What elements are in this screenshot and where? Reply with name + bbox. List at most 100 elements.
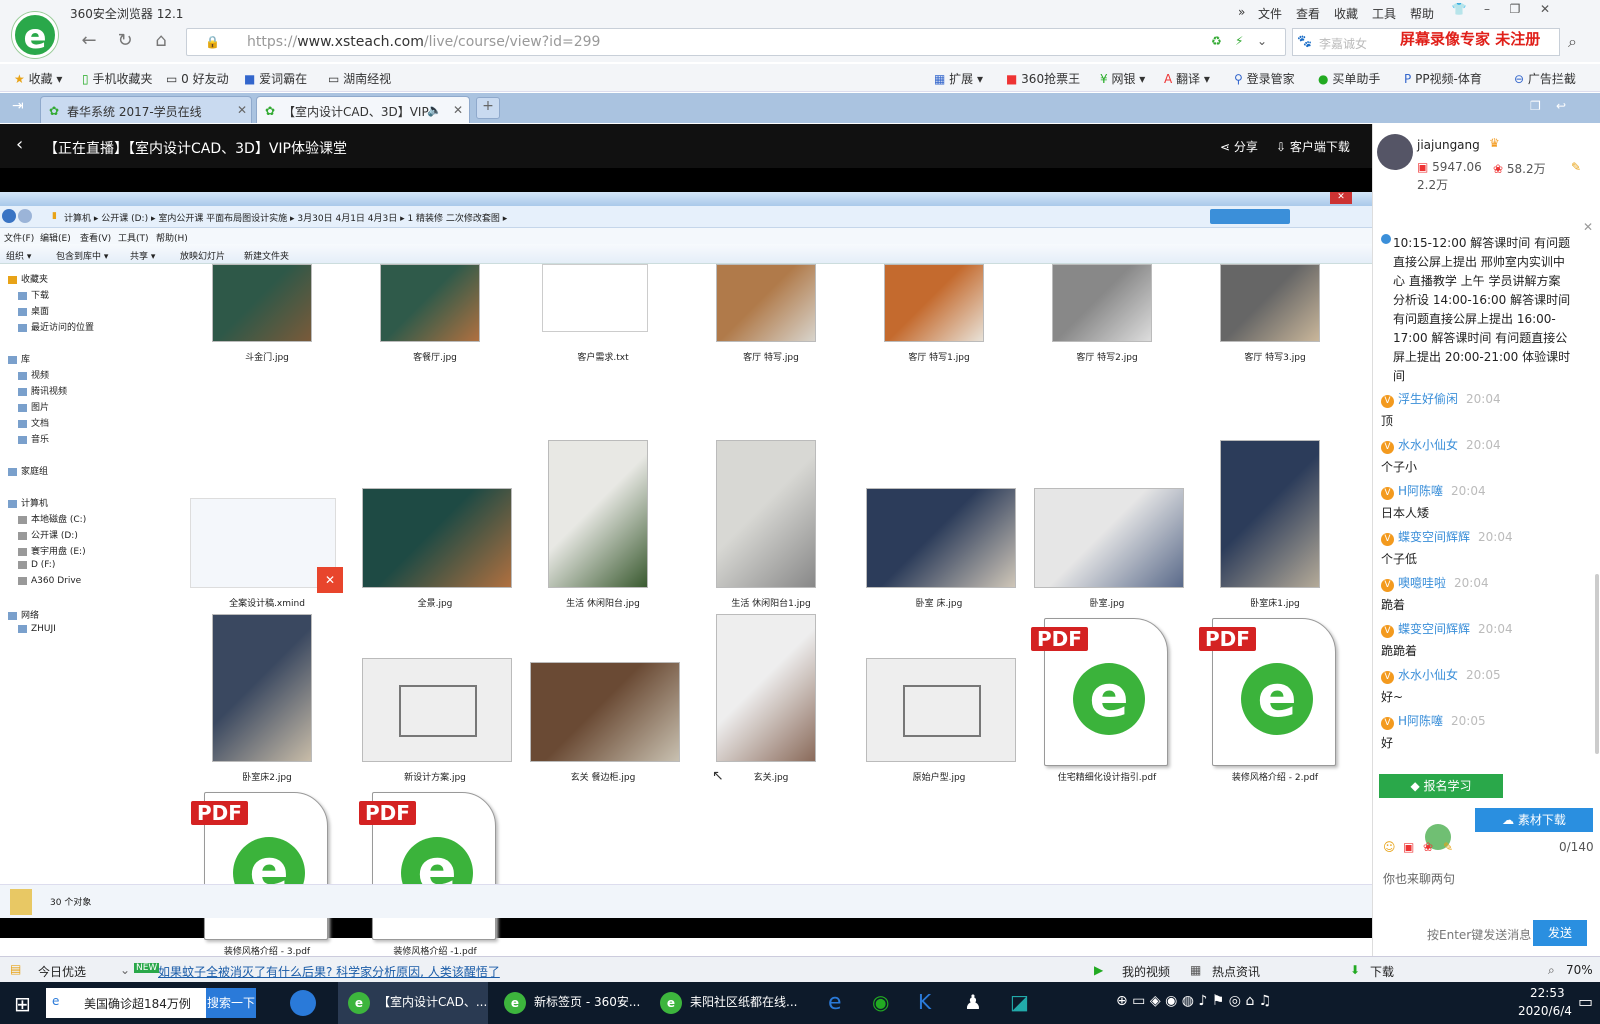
gift-icon[interactable]: ▣ [1403,840,1414,854]
notification-icon[interactable]: ▭ [1578,992,1593,1011]
nav-a360[interactable]: A360 Drive [18,576,81,586]
chat-input[interactable]: 你也来聊两句 [1383,870,1455,887]
menu-help[interactable]: 帮助 [1410,5,1434,22]
nav-music[interactable]: 音乐 [18,432,49,445]
tray-icons[interactable]: ⊕ ▭ ◈ ◉ ◍ ♪ ⚑ ◎ ⌂ ♫ [1116,993,1271,1009]
sogou-icon[interactable] [290,990,316,1016]
nav-drive-f[interactable]: D (F:) [18,560,55,570]
file-item[interactable]: PDF e 装修风格介绍 -1.pdf [350,786,520,961]
flower-icon[interactable]: ❀ [1423,840,1433,854]
sidebar-toggle-icon[interactable]: ⇥ [12,98,24,114]
file-item[interactable]: 客厅 特写3.jpg [1190,264,1360,439]
today-picks[interactable]: 今日优选 [38,963,86,980]
search-icon[interactable]: ⌕ [1568,32,1577,52]
tab-close-icon[interactable]: ✕ [453,103,463,117]
bookmark-extensions[interactable]: ▦ 扩展 ▾ [934,70,983,87]
file-item[interactable]: 卧室.jpg [1022,438,1192,613]
organize-button[interactable]: 组织 ▾ [6,249,31,262]
file-item[interactable]: 全景.jpg [350,438,520,613]
explorer-close-icon[interactable]: ✕ [1330,192,1352,204]
file-item[interactable]: 客厅 特写.jpg [686,264,856,439]
live-video[interactable]: ✕ ▮ 计算机 ▸ 公开课 (D:) ▸ 室内公开课 平面布局图设计实施 ▸ 3… [0,168,1372,957]
nav-libraries[interactable]: 库 [8,352,30,365]
explorer-menu-edit[interactable]: 编辑(E) [40,231,71,244]
edge-icon[interactable]: e [828,990,842,1015]
menu-view[interactable]: 查看 [1296,5,1320,22]
file-item[interactable]: PDF e 装修风格介绍 - 3.pdf [182,786,352,961]
skin-icon[interactable]: 👕 [1448,2,1470,20]
explorer-breadcrumb[interactable]: 计算机 ▸ 公开课 (D:) ▸ 室内公开课 平面布局图设计实施 ▸ 3月30日… [64,211,507,224]
app-icon[interactable]: ◪ [1010,990,1029,1014]
pencil-icon[interactable]: ✎ [1571,160,1581,174]
address-bar[interactable]: 🔒 https://www.xsteach.com/live/course/vi… [186,28,1286,56]
nav-downloads[interactable]: 下载 [18,288,49,301]
tab-chunhua[interactable]: ✿ 春华系统 2017-学员在线 ✕ [40,96,252,123]
bookmark-iciba[interactable]: ■ 爱词霸在 [244,70,307,87]
file-item[interactable]: 客厅 特写2.jpg [1022,264,1192,439]
file-item[interactable]: 斗金门.jpg [182,264,352,439]
chat-username[interactable]: 水水小仙女 [1398,438,1458,452]
home-icon[interactable]: ⌂ [148,30,174,54]
file-item[interactable]: 新设计方案.jpg [350,612,520,787]
chat-username[interactable]: 蝶变空间辉辉 [1398,622,1470,636]
task-community[interactable]: e 耒阳社区纸都在线... [650,982,800,1024]
emoji-icon[interactable]: ☺ [1383,840,1396,854]
download-link[interactable]: 下载 [1370,963,1394,980]
client-download-button[interactable]: ⇩ 客户端下载 [1276,138,1350,155]
task-newtab[interactable]: e 新标签页 - 360安... [494,982,644,1024]
back-arrow-icon[interactable]: ‹ [16,134,23,155]
bookmark-bank[interactable]: ¥ 网银 ▾ [1100,70,1145,87]
file-item[interactable]: 客餐厅.jpg [350,264,520,439]
explorer-menu-tools[interactable]: 工具(T) [118,231,149,244]
nav-videos[interactable]: 视频 [18,368,49,381]
file-item[interactable]: 卧室床1.jpg [1190,438,1360,613]
explorer-forward-icon[interactable] [18,209,32,223]
nav-drive-e[interactable]: 寰宇用盘 (E:) [18,544,86,557]
chat-username[interactable]: 水水小仙女 [1398,668,1458,682]
chevron-down-icon[interactable]: ⌄ [120,963,130,977]
file-item[interactable]: 客厅 特写1.jpg [854,264,1024,439]
hot-news-link[interactable]: 热点资讯 [1212,963,1260,980]
file-item[interactable]: 原始户型.jpg [854,612,1024,787]
close-announcement-icon[interactable]: ✕ [1583,220,1593,234]
menu-favorites[interactable]: 收藏 [1334,5,1358,22]
close-icon[interactable]: ✕ [1534,2,1556,20]
file-item[interactable]: ✕ 全案设计稿.xmind [182,438,352,613]
clock-date[interactable]: 2020/6/4 [1518,1004,1572,1018]
chat-username[interactable]: 蝶变空间辉辉 [1398,530,1470,544]
explorer-address[interactable]: ▮ 计算机 ▸ 公开课 (D:) ▸ 室内公开课 平面布局图设计实施 ▸ 3月3… [0,206,1372,228]
chat-username[interactable]: 噢噫哇啦 [1398,576,1446,590]
clock-time[interactable]: 22:53 [1530,986,1565,1000]
new-folder-button[interactable]: 新建文件夹 [244,249,289,262]
bookmark-ticket[interactable]: ■ 360抢票王 [1006,70,1080,87]
bookmark-shopping[interactable]: ● 买单助手 [1318,70,1380,87]
file-item[interactable]: 客户需求.txt [518,264,688,439]
file-item[interactable]: 卧室 床.jpg [854,438,1024,613]
wechat-icon[interactable]: ◉ [872,990,889,1014]
nav-homegroup[interactable]: 家庭组 [8,464,48,477]
material-download-button[interactable]: ☁ 素材下载 [1475,808,1593,832]
bookmark-mobile[interactable]: ▯ 手机收藏夹 [82,70,152,87]
lightning-icon[interactable]: ⚡ [1235,34,1243,48]
url-text[interactable]: https://www.xsteach.com/live/course/view… [247,34,600,50]
bookmark-friends[interactable]: ▭ 0 好友动 [166,70,229,87]
chat-username[interactable]: H阿陈噻 [1398,714,1443,728]
bookmark-favorites[interactable]: ★ 收藏 ▾ [14,70,62,87]
kugou-icon[interactable]: K [918,990,931,1014]
menu-file[interactable]: 文件 [1258,5,1282,22]
qq-icon[interactable]: ♟ [964,990,982,1014]
tab-list-icon[interactable]: ❐ [1530,99,1541,113]
share-with-button[interactable]: 共享 ▾ [130,249,155,262]
explorer-back-icon[interactable] [2,209,16,223]
nav-documents[interactable]: 文档 [18,416,49,429]
file-item[interactable]: 玄关 餐边柜.jpg [518,612,688,787]
file-item[interactable]: 玄关.jpg [686,612,856,787]
nav-desktop[interactable]: 桌面 [18,304,49,317]
nav-drive-d[interactable]: 公开课 (D:) [18,528,78,541]
file-item[interactable]: 生活 休闲阳台.jpg [518,438,688,613]
signup-button[interactable]: ◆ 报名学习 [1379,774,1503,798]
chat-username[interactable]: H阿陈噻 [1398,484,1443,498]
tab-close-icon[interactable]: ✕ [237,103,247,117]
menu-tools[interactable]: 工具 [1372,5,1396,22]
file-item[interactable]: PDF e 住宅精细化设计指引.pdf [1022,612,1192,787]
